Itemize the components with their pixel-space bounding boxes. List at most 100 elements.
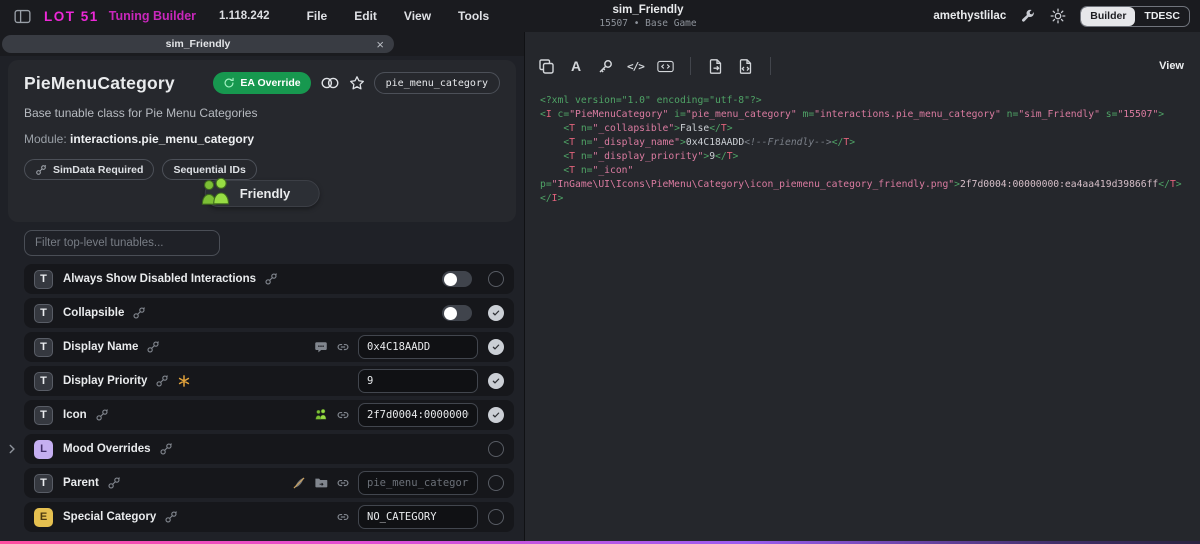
- folder-icon[interactable]: [314, 476, 328, 490]
- value-input[interactable]: [358, 505, 478, 529]
- tunable-label: Special Category: [63, 511, 157, 523]
- menu-item-edit[interactable]: Edit: [354, 9, 377, 23]
- fileexport-icon[interactable]: [707, 58, 724, 75]
- code-icon[interactable]: </>: [627, 60, 645, 73]
- link-icon[interactable]: [336, 510, 350, 524]
- tunable-row[interactable]: T Collapsible: [24, 298, 514, 328]
- chain-icon[interactable]: [159, 442, 173, 456]
- include-checkbox[interactable]: [488, 441, 504, 457]
- toggle-knob: [443, 306, 457, 320]
- tunable-row[interactable]: T Always Show Disabled Interactions: [24, 264, 514, 294]
- star-icon[interactable]: [349, 75, 365, 91]
- filter-input[interactable]: [24, 230, 220, 256]
- refresh-icon: [223, 77, 235, 89]
- window-panes-icon[interactable]: [14, 9, 31, 24]
- tunable-row[interactable]: T Parent: [24, 468, 514, 498]
- toggle-switch[interactable]: [442, 271, 472, 287]
- menubar: File Edit View Tools: [307, 9, 490, 23]
- tunables-list: T Always Show Disabled Interactions T Colla…: [9, 264, 514, 532]
- link-icon[interactable]: [336, 476, 350, 490]
- ea-override-badge: EA Override: [213, 72, 311, 94]
- key-icon[interactable]: [597, 58, 614, 75]
- class-header-card: PieMenuCategory EA Override pie_menu_cat…: [8, 60, 516, 222]
- toggle-knob: [443, 272, 457, 286]
- module-value: interactions.pie_menu_category: [70, 132, 255, 146]
- type-badge: T: [34, 269, 53, 289]
- font-icon[interactable]: A: [568, 58, 584, 75]
- tunable-row[interactable]: T Icon: [24, 400, 514, 430]
- app-name: Tuning Builder: [108, 9, 197, 23]
- tuning-panel: sim_Friendly × PieMenuCategory EA Overri…: [0, 32, 524, 544]
- module-label: Module:: [24, 132, 67, 146]
- wrench-icon[interactable]: [1020, 8, 1036, 24]
- include-checkbox[interactable]: [488, 305, 504, 321]
- people-icon[interactable]: [314, 408, 328, 422]
- include-checkbox[interactable]: [488, 509, 504, 525]
- value-input[interactable]: [358, 335, 478, 359]
- menu-item-file[interactable]: File: [307, 9, 328, 23]
- class-header-row: PieMenuCategory EA Override pie_menu_cat…: [24, 72, 500, 94]
- chain-icon[interactable]: [264, 272, 278, 286]
- class-description: Base tunable class for Pie Menu Categori…: [24, 106, 258, 120]
- view-button[interactable]: View: [1159, 60, 1184, 72]
- sun-icon[interactable]: [1050, 8, 1066, 24]
- codebox-icon[interactable]: [657, 58, 674, 75]
- tunable-row[interactable]: L Mood Overrides: [9, 434, 514, 464]
- filecode-icon[interactable]: [737, 58, 754, 75]
- tab-label: sim_Friendly: [165, 38, 231, 50]
- chain-icon[interactable]: [146, 340, 160, 354]
- include-checkbox[interactable]: [488, 373, 504, 389]
- topbar-right: amethystlilac Builder TDESC: [933, 0, 1190, 32]
- menu-item-view[interactable]: View: [404, 9, 431, 23]
- document-header: sim_Friendly 15507 • Base Game: [599, 4, 696, 29]
- badge-label: SimData Required: [53, 163, 144, 176]
- link-icon[interactable]: [336, 408, 350, 422]
- tab-bar: sim_Friendly ×: [0, 32, 524, 56]
- type-badge: T: [34, 337, 53, 357]
- chain-icon[interactable]: [95, 408, 109, 422]
- type-badge: E: [34, 507, 53, 527]
- topbar-left: LOT 51 Tuning Builder 1.118.242 File Edit…: [14, 9, 489, 24]
- value-input[interactable]: [358, 403, 478, 427]
- toggle-switch[interactable]: [442, 305, 472, 321]
- include-checkbox[interactable]: [488, 407, 504, 423]
- value-input[interactable]: [358, 369, 478, 393]
- comment-icon[interactable]: [314, 340, 328, 354]
- tunable-row[interactable]: T Display Priority: [24, 366, 514, 396]
- tab-sim-friendly[interactable]: sim_Friendly ×: [2, 35, 394, 53]
- slash-icon[interactable]: [292, 476, 306, 490]
- code-line: <T n="_display_name">0x4C18AADD<!--Frien…: [540, 137, 856, 148]
- app-version: 1.118.242: [219, 10, 270, 22]
- menu-item-tools[interactable]: Tools: [458, 9, 489, 23]
- tunable-row[interactable]: E Special Category: [24, 502, 514, 532]
- type-badge: T: [34, 405, 53, 425]
- type-badge: T: [34, 303, 53, 323]
- username: amethystlilac: [933, 10, 1007, 22]
- type-badge: T: [34, 473, 53, 493]
- module-line: Module: interactions.pie_menu_category: [24, 132, 500, 146]
- link-rings-icon[interactable]: [320, 76, 340, 90]
- tunable-row[interactable]: T Display Name: [24, 332, 514, 362]
- include-checkbox[interactable]: [488, 271, 504, 287]
- code-line: </I>: [540, 193, 564, 204]
- copy-icon[interactable]: [538, 58, 555, 75]
- chain-icon[interactable]: [155, 374, 169, 388]
- type-badge: T: [34, 371, 53, 391]
- link-icon[interactable]: [336, 340, 350, 354]
- page-title: PieMenuCategory: [24, 72, 175, 93]
- chain-icon[interactable]: [107, 476, 121, 490]
- chain-icon[interactable]: [164, 510, 178, 524]
- close-icon[interactable]: ×: [376, 35, 384, 53]
- include-checkbox[interactable]: [488, 339, 504, 355]
- tunable-label: Display Name: [63, 341, 139, 353]
- chain-icon[interactable]: [132, 306, 146, 320]
- expand-chevron-icon[interactable]: [5, 442, 19, 456]
- code-line: <?xml version="1.0" encoding="utf-8"?>: [540, 95, 762, 106]
- value-input[interactable]: [358, 471, 478, 495]
- badge-simdata-required: SimData Required: [24, 159, 155, 180]
- include-checkbox[interactable]: [488, 475, 504, 491]
- xml-toolbar: A </> View: [525, 32, 1200, 86]
- mode-builder-button[interactable]: Builder: [1081, 6, 1136, 26]
- code-line: <T n="_collapsible">False</T>: [540, 123, 733, 134]
- mode-tdesc-button[interactable]: TDESC: [1135, 7, 1189, 26]
